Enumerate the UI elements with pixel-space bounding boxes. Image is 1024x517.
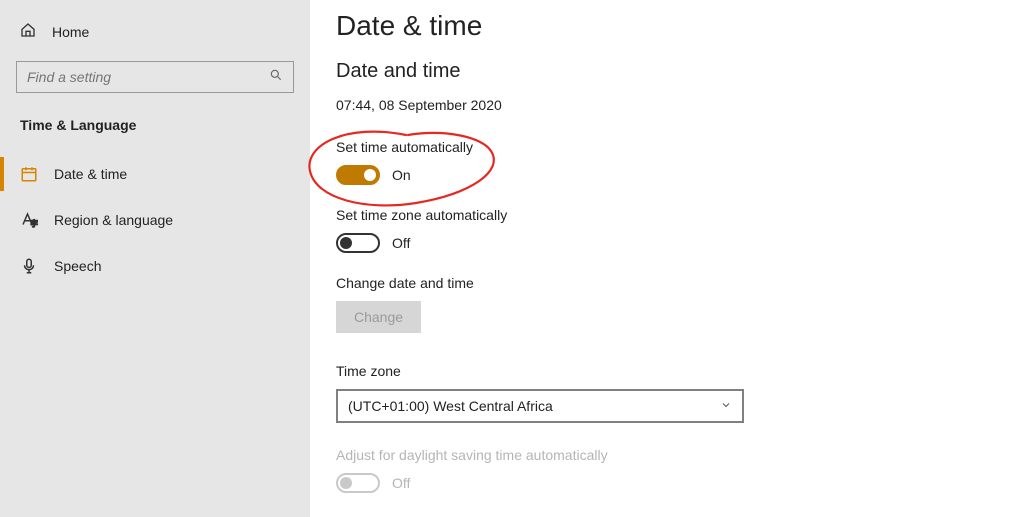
- nav-item-label: Region & language: [54, 212, 173, 228]
- svg-text:字: 字: [31, 218, 39, 228]
- auto-tz-toggle[interactable]: [336, 233, 380, 253]
- page-title: Date & time: [336, 10, 998, 42]
- home-icon: [20, 22, 36, 41]
- dst-state: Off: [392, 475, 410, 491]
- nav-item-region-language[interactable]: 字 Region & language: [0, 197, 310, 243]
- auto-time-label: Set time automatically: [336, 139, 998, 155]
- dst-toggle: [336, 473, 380, 493]
- nav-item-date-time[interactable]: Date & time: [0, 151, 310, 197]
- auto-tz-toggle-row: Off: [336, 233, 998, 253]
- auto-tz-state: Off: [392, 235, 410, 251]
- nav-item-speech[interactable]: Speech: [0, 243, 310, 289]
- change-button: Change: [336, 301, 421, 333]
- search-box[interactable]: [16, 61, 294, 93]
- datetime-now: 07:44, 08 September 2020: [336, 97, 998, 113]
- change-date-time-label: Change date and time: [336, 275, 998, 291]
- sidebar: Home Time & Language Date & time 字 Regio…: [0, 0, 310, 517]
- nav-list: Date & time 字 Region & language Speech: [0, 141, 310, 289]
- auto-time-state: On: [392, 167, 411, 183]
- nav-home[interactable]: Home: [0, 12, 310, 51]
- search-icon: [269, 68, 283, 87]
- nav-item-label: Date & time: [54, 166, 127, 182]
- date-time-icon: [20, 165, 38, 183]
- timezone-select[interactable]: (UTC+01:00) West Central Africa: [336, 389, 744, 423]
- region-language-icon: 字: [20, 211, 38, 229]
- nav-item-label: Speech: [54, 258, 101, 274]
- category-label: Time & Language: [0, 103, 310, 141]
- auto-time-toggle[interactable]: [336, 165, 380, 185]
- timezone-label: Time zone: [336, 363, 998, 379]
- auto-time-toggle-row: On: [336, 165, 998, 185]
- dst-label: Adjust for daylight saving time automati…: [336, 447, 998, 463]
- dst-toggle-row: Off: [336, 473, 998, 493]
- nav-home-label: Home: [52, 24, 89, 40]
- auto-tz-label: Set time zone automatically: [336, 207, 998, 223]
- speech-icon: [20, 257, 38, 275]
- search-wrap: [0, 51, 310, 103]
- timezone-value: (UTC+01:00) West Central Africa: [348, 398, 553, 414]
- chevron-down-icon: [720, 398, 732, 414]
- search-input[interactable]: [27, 69, 269, 85]
- section-title: Date and time: [336, 60, 998, 83]
- main: Date & time Date and time 07:44, 08 Sept…: [310, 0, 1024, 517]
